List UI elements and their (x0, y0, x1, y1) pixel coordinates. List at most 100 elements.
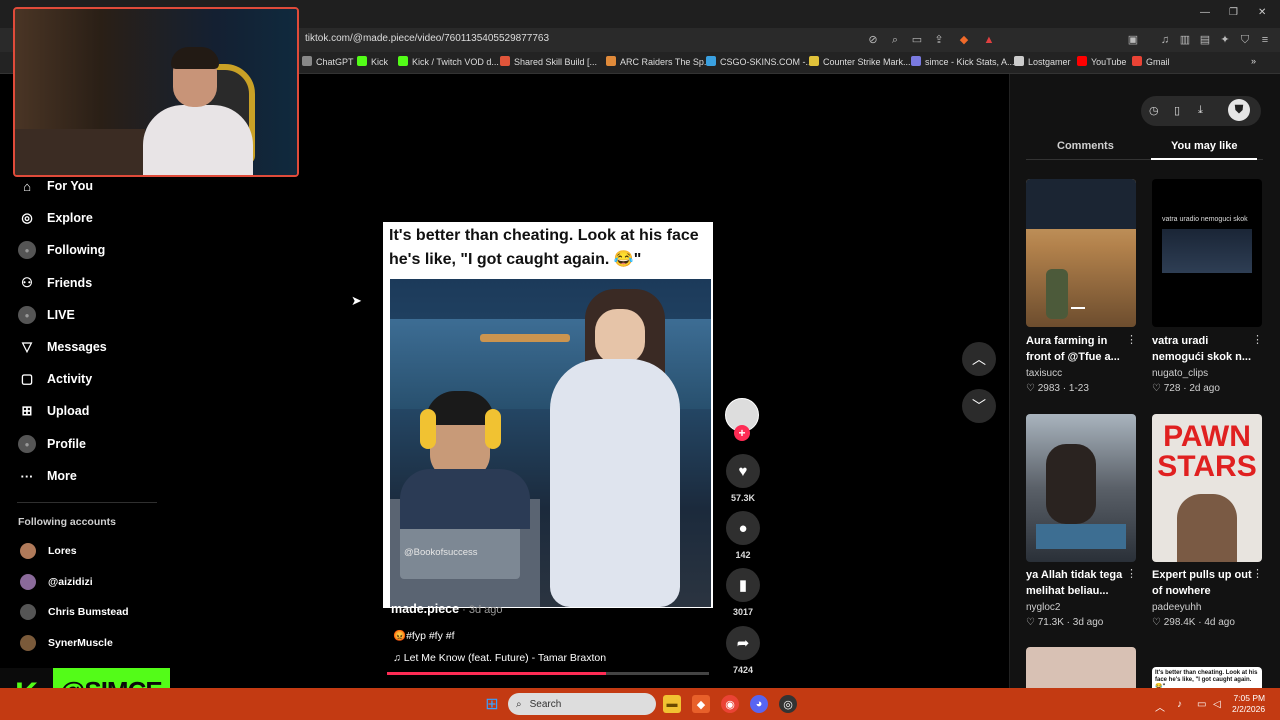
next-video-chevron-down-icon[interactable]: ﹀ (962, 389, 996, 423)
tray-chevron-icon[interactable]: ︿ (1155, 699, 1165, 714)
card-username[interactable]: nugato_clips (1152, 368, 1208, 379)
comment-icon[interactable]: ● (726, 511, 760, 545)
brave-browser-icon[interactable]: ◆ (692, 695, 710, 713)
file-explorer-icon[interactable]: ▬ (663, 695, 681, 713)
cast-icon[interactable]: ▭ (910, 33, 924, 47)
sidebar-item-label: Messages (47, 340, 107, 354)
card-username[interactable]: nygloc2 (1026, 602, 1060, 613)
following-account[interactable]: Lores (20, 542, 77, 560)
bookmark-item[interactable]: Shared Skill Build [... (500, 56, 597, 67)
bookmark-item[interactable]: Kick / Twitch VOD d... (398, 56, 499, 67)
avatar (20, 635, 36, 651)
card-title[interactable]: vatra uradi nemogući skok n... (1152, 333, 1260, 365)
tab-you-may-like[interactable]: You may like (1171, 140, 1237, 152)
zoom-icon[interactable]: ⌕ (888, 33, 902, 47)
minimize-icon[interactable]: — (1200, 7, 1210, 18)
video-player[interactable]: It's better than cheating. Look at his f… (383, 222, 713, 608)
restore-icon[interactable]: ❐ (1229, 7, 1238, 18)
video-music[interactable]: ♫ Let Me Know (feat. Future) - Tamar Bra… (393, 652, 606, 664)
card-thumbnail[interactable] (1026, 414, 1136, 562)
wallet-icon[interactable]: ▤ (1198, 33, 1212, 47)
sidebar-item-activity[interactable]: ▢ Activity (18, 368, 92, 390)
card-thumbnail[interactable] (1026, 647, 1136, 688)
card-more-icon[interactable]: ⋮ (1126, 567, 1137, 580)
volume-icon[interactable]: ◁ (1213, 699, 1221, 710)
music-icon[interactable]: ♫ (1158, 33, 1172, 47)
chrome-icon[interactable]: ◉ (721, 695, 739, 713)
profile-avatar[interactable]: ⛊ (1228, 99, 1250, 121)
sidebar-item-explore[interactable]: ◎ Explore (18, 207, 93, 229)
vpn-shield-icon[interactable]: ⛉ (1238, 33, 1252, 47)
following-account[interactable]: SynerMuscle (20, 634, 113, 652)
card-username[interactable]: taxisucc (1026, 368, 1062, 379)
windows-start-icon[interactable]: ⊞ (483, 695, 501, 713)
card-more-icon[interactable]: ⋮ (1252, 567, 1263, 580)
address-bar-url[interactable]: tiktok.com/@made.piece/video/76011354055… (305, 33, 549, 44)
more-bookmarks-icon[interactable]: » (1251, 56, 1256, 66)
bookmark-item[interactable]: simce - Kick Stats, A... (911, 56, 1015, 67)
sidebar-item-more[interactable]: ··· More (18, 465, 77, 487)
download-icon[interactable]: ⤓ (1198, 104, 1203, 117)
reader-icon[interactable]: ▥ (1178, 33, 1192, 47)
share-icon[interactable]: ⇪ (932, 33, 946, 47)
bookmark-item[interactable]: CSGO-SKINS.COM -... (706, 56, 813, 67)
phone-icon[interactable]: ▯ (1174, 104, 1180, 117)
previous-video-chevron-up-icon[interactable]: ︿ (962, 342, 996, 376)
card-thumbnail[interactable]: It's better than cheating. Look at his f… (1152, 667, 1262, 688)
like-heart-icon[interactable]: ♥ (726, 454, 760, 488)
follow-plus-icon[interactable]: + (734, 425, 750, 441)
following-account[interactable]: Chris Bumstead (20, 603, 129, 621)
card-username[interactable]: padeeyuhh (1152, 602, 1202, 613)
discord-icon[interactable]: ◕ (750, 695, 768, 713)
like-count: 57.3K (730, 493, 756, 503)
bookmark-item[interactable]: Kick (357, 56, 388, 67)
bookmark-item[interactable]: Gmail (1132, 56, 1170, 67)
sidebar-item-for-you[interactable]: ⌂ For You (18, 175, 93, 197)
share-count: 7424 (732, 665, 754, 675)
taskbar-search[interactable]: ⌕ Search (508, 693, 656, 715)
share-arrow-icon[interactable]: ➦ (726, 626, 760, 660)
taskbar-clock[interactable]: 7:05 PM 2/2/2026 (1232, 693, 1265, 715)
bookmark-item[interactable]: Lostgamer (1014, 56, 1071, 67)
heart-icon: ♡ (1152, 617, 1164, 628)
sidebar-item-label: Explore (47, 211, 93, 225)
sidebar-item-friends[interactable]: ⚇ Friends (18, 272, 92, 294)
brave-rewards-icon[interactable]: ▲ (982, 33, 996, 47)
card-stats: ♡ 298.4K · 4d ago (1152, 617, 1235, 628)
card-more-icon[interactable]: ⋮ (1126, 333, 1137, 346)
network-icon[interactable]: ▭ (1197, 699, 1206, 710)
sidebar-item-messages[interactable]: ▽ Messages (18, 336, 107, 358)
microphone-icon[interactable]: ♪ (1177, 699, 1182, 710)
bookmark-item[interactable]: YouTube (1077, 56, 1126, 67)
card-more-icon[interactable]: ⋮ (1252, 333, 1263, 346)
tab-comments[interactable]: Comments (1057, 140, 1114, 152)
following-account[interactable]: @aizidizi (20, 573, 93, 591)
bookmark-item[interactable]: ChatGPT (302, 56, 354, 67)
card-thumbnail[interactable] (1026, 179, 1136, 327)
steam-icon[interactable]: ◎ (779, 695, 797, 713)
card-thumbnail[interactable]: PAWN STARS (1152, 414, 1262, 562)
close-icon[interactable]: ✕ (1258, 7, 1266, 18)
card-thumbnail[interactable]: vatra uradio nemoguci skok (1152, 179, 1262, 327)
card-title[interactable]: Expert pulls up out of nowhere (1152, 567, 1260, 599)
brave-shield-icon[interactable]: ◆ (957, 33, 971, 47)
sidebar-item-live[interactable]: ● LIVE (18, 304, 75, 326)
video-author[interactable]: made.piece (391, 602, 459, 616)
video-progress-bar[interactable] (387, 672, 709, 675)
sidebar-toggle-icon[interactable]: ▣ (1126, 33, 1140, 47)
streamer-webcam (13, 7, 299, 177)
sidebar-item-following[interactable]: ● Following (18, 239, 105, 261)
video-frame[interactable]: @Bookofsuccess (390, 279, 711, 607)
sidebar-item-profile[interactable]: ● Profile (18, 433, 86, 455)
no-tracking-icon[interactable]: ⊘ (866, 33, 880, 47)
card-title[interactable]: Aura farming in front of @Tfue a... (1026, 333, 1134, 365)
active-tab-indicator (1151, 158, 1257, 160)
ai-icon[interactable]: ✦ (1218, 33, 1232, 47)
bookmark-item[interactable]: Counter Strike Mark... (809, 56, 911, 67)
sidebar-item-upload[interactable]: ⊞ Upload (18, 400, 90, 422)
speed-icon[interactable]: ◷ (1149, 104, 1159, 117)
menu-icon[interactable]: ≡ (1258, 33, 1272, 47)
bookmark-icon[interactable]: ▮ (726, 568, 760, 602)
bookmark-item[interactable]: ARC Raiders The Sp... (606, 56, 711, 67)
card-title[interactable]: ya Allah tidak tega melihat beliau... (1026, 567, 1134, 599)
